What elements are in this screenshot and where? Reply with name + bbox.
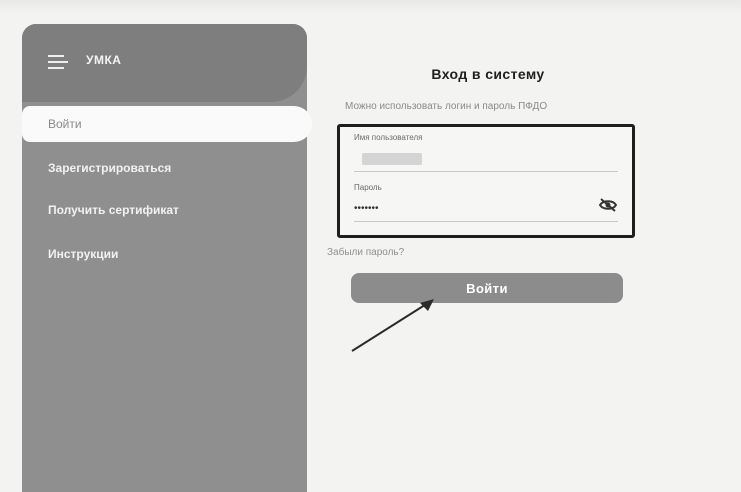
hamburger-menu-icon[interactable] — [48, 55, 68, 69]
sidebar-item-certificate[interactable]: Получить сертификат — [22, 192, 307, 228]
sidebar-item-instructions[interactable]: Инструкции — [22, 236, 307, 272]
sidebar-item-label: Инструкции — [48, 247, 119, 261]
login-hint: Можно использовать логин и пароль ПФДО — [345, 101, 548, 112]
credentials-box: Имя пользователя Пароль — [337, 124, 635, 238]
sidebar-item-label: Войти — [48, 117, 82, 131]
sidebar-item-login[interactable]: Войти — [22, 106, 312, 142]
sidebar-item-label: Зарегистрироваться — [48, 161, 172, 175]
sidebar-item-label: Получить сертификат — [48, 203, 179, 217]
username-field[interactable] — [354, 149, 618, 167]
password-label: Пароль — [354, 183, 382, 192]
forgot-password-link[interactable]: Забыли пароль? — [327, 247, 404, 258]
username-label: Имя пользователя — [354, 133, 423, 142]
pointer-arrow — [351, 299, 434, 352]
sidebar-item-register[interactable]: Зарегистрироваться — [22, 150, 307, 186]
sidebar-header: УМКА — [22, 24, 307, 102]
app-title: УМКА — [86, 53, 122, 67]
username-underline — [354, 171, 618, 172]
top-edge — [0, 0, 741, 14]
password-field[interactable] — [354, 199, 618, 217]
sidebar: УМКА Войти Зарегистрироваться Получить с… — [22, 24, 312, 492]
eye-slash-icon[interactable] — [598, 197, 618, 213]
page-title: Вход в систему — [431, 66, 545, 82]
login-panel: Вход в систему Можно использовать логин … — [307, 24, 741, 492]
password-underline — [354, 221, 618, 222]
